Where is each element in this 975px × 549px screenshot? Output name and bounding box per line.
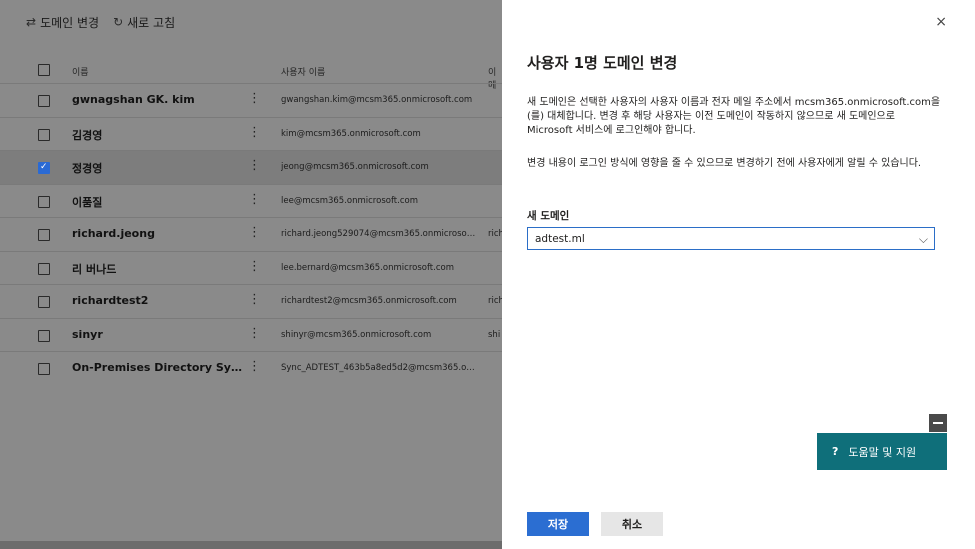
more-actions-icon[interactable]: ⋮ [248, 359, 261, 374]
row-checkbox[interactable] [38, 162, 50, 174]
user-principal-name: richard.jeong529074@mcsm365.onmicrosoft.… [281, 229, 476, 239]
table-row[interactable]: richard.jeong ⋮ richard.jeong529074@mcsm36… [0, 217, 502, 251]
more-actions-icon[interactable]: ⋮ [248, 326, 261, 341]
row-checkbox[interactable] [38, 195, 50, 208]
chevron-down-icon: ⌵ [918, 231, 928, 246]
user-list-background: ⇄ 도메인 변경 ↻ 새로 고침 이름 사용자 이름 이메 gwnagshan … [0, 0, 502, 549]
change-domain-panel: × 사용자 1명 도메인 변경 새 도메인은 선택한 사용자의 사용자 이름과 … [502, 0, 975, 549]
change-domain-label: 도메인 변경 [40, 15, 100, 30]
table-row[interactable]: richardtest2 ⋮ richardtest2@mcsm365.onmicr… [0, 284, 502, 318]
select-all-checkbox[interactable] [38, 64, 50, 76]
table-row[interactable]: 정경영 ⋮ jeong@mcsm365.onmicrosoft.com [0, 150, 502, 184]
row-checkbox[interactable] [38, 128, 50, 141]
row-checkbox[interactable] [38, 363, 50, 375]
help-support-button[interactable]: ? 도움말 및 지원 [817, 433, 947, 470]
more-actions-icon[interactable]: ⋮ [248, 158, 261, 173]
panel-description-notify: 변경 내용이 로그인 방식에 영향을 줄 수 있으므로 변경하기 전에 사용자에… [527, 158, 922, 169]
user-principal-name: jeong@mcsm365.onmicrosoft.com [281, 162, 429, 172]
user-display-name[interactable]: richard.jeong [72, 227, 155, 240]
user-display-name[interactable]: 이품질 [72, 194, 102, 210]
new-domain-value: adtest.ml [535, 232, 585, 245]
user-display-name[interactable]: 정경영 [72, 160, 102, 176]
refresh-button[interactable]: ↻ 새로 고침 [113, 14, 175, 31]
row-checkbox[interactable] [38, 262, 50, 275]
help-support-label: 도움말 및 지원 [848, 445, 917, 459]
user-display-name[interactable]: richardtest2 [72, 294, 148, 307]
user-display-name[interactable]: gwnagshan GK. kim [72, 93, 195, 106]
user-display-name[interactable]: On-Premises Directory Synchron... [72, 361, 242, 374]
user-display-name[interactable]: 리 버나드 [72, 261, 116, 277]
list-toolbar: ⇄ 도메인 변경 ↻ 새로 고침 [26, 12, 175, 32]
close-icon[interactable]: × [935, 14, 947, 30]
more-actions-icon[interactable]: ⋮ [248, 292, 261, 307]
bottom-scrollbar[interactable] [0, 541, 502, 549]
table-row[interactable]: 리 버나드 ⋮ lee.bernard@mcsm365.onmicrosoft.co… [0, 250, 502, 285]
panel-title: 사용자 1명 도메인 변경 [527, 54, 678, 72]
new-domain-dropdown[interactable]: adtest.ml ⌵ [527, 227, 935, 250]
table-row[interactable]: sinyr ⋮ shinyr@mcsm365.onmicrosoft.com shi [0, 317, 502, 352]
table-row[interactable]: On-Premises Directory Synchron... ⋮ Sync_A… [0, 351, 502, 385]
user-principal-name: lee@mcsm365.onmicrosoft.com [281, 195, 418, 206]
help-icon: ? [832, 445, 839, 458]
row-checkbox[interactable] [38, 229, 50, 241]
column-header-username[interactable]: 사용자 이름 [281, 65, 325, 78]
user-display-name[interactable]: 김경영 [72, 127, 102, 143]
column-header-name[interactable]: 이름 [72, 65, 89, 78]
user-principal-name: richardtest2@mcsm365.onmicrosoft.com [281, 296, 457, 306]
row-checkbox[interactable] [38, 329, 50, 342]
refresh-label: 새로 고침 [127, 15, 176, 30]
change-domain-button[interactable]: ⇄ 도메인 변경 [26, 14, 99, 31]
table-row[interactable]: gwnagshan GK. kim ⋮ gwangshan.kim@mcsm365.… [0, 83, 502, 117]
row-checkbox[interactable] [38, 95, 50, 107]
domain-change-icon: ⇄ [26, 15, 37, 29]
minimize-help-button[interactable] [929, 414, 947, 432]
new-domain-label: 새 도메인 [527, 210, 570, 222]
user-principal-name: kim@mcsm365.onmicrosoft.com [281, 128, 421, 139]
user-email-truncated: rich [488, 229, 502, 239]
table-row[interactable]: 이품질 ⋮ lee@mcsm365.onmicrosoft.com [0, 183, 502, 218]
user-principal-name: Sync_ADTEST_463b5a8ed5d2@mcsm365.on... [281, 363, 476, 373]
user-principal-name: gwangshan.kim@mcsm365.onmicrosoft.com [281, 95, 473, 105]
table-row[interactable]: 김경영 ⋮ kim@mcsm365.onmicrosoft.com [0, 116, 502, 151]
more-actions-icon[interactable]: ⋮ [248, 192, 261, 207]
user-principal-name: lee.bernard@mcsm365.onmicrosoft.com [281, 262, 454, 273]
more-actions-icon[interactable]: ⋮ [248, 91, 261, 106]
more-actions-icon[interactable]: ⋮ [248, 259, 261, 274]
panel-description-domain: 새 도메인은 선택한 사용자의 사용자 이름과 전자 메일 주소에서 mcsm3… [527, 97, 941, 136]
more-actions-icon[interactable]: ⋮ [248, 125, 261, 140]
user-email-truncated: shi [488, 329, 501, 340]
cancel-button[interactable]: 취소 [601, 512, 663, 536]
more-actions-icon[interactable]: ⋮ [248, 225, 261, 240]
list-header: 이름 사용자 이름 이메 [0, 58, 502, 91]
user-display-name[interactable]: sinyr [72, 328, 103, 341]
refresh-icon: ↻ [113, 15, 124, 29]
save-button[interactable]: 저장 [527, 512, 589, 536]
row-checkbox[interactable] [38, 296, 50, 308]
user-principal-name: shinyr@mcsm365.onmicrosoft.com [281, 329, 432, 340]
user-email-truncated: rich [488, 296, 502, 306]
